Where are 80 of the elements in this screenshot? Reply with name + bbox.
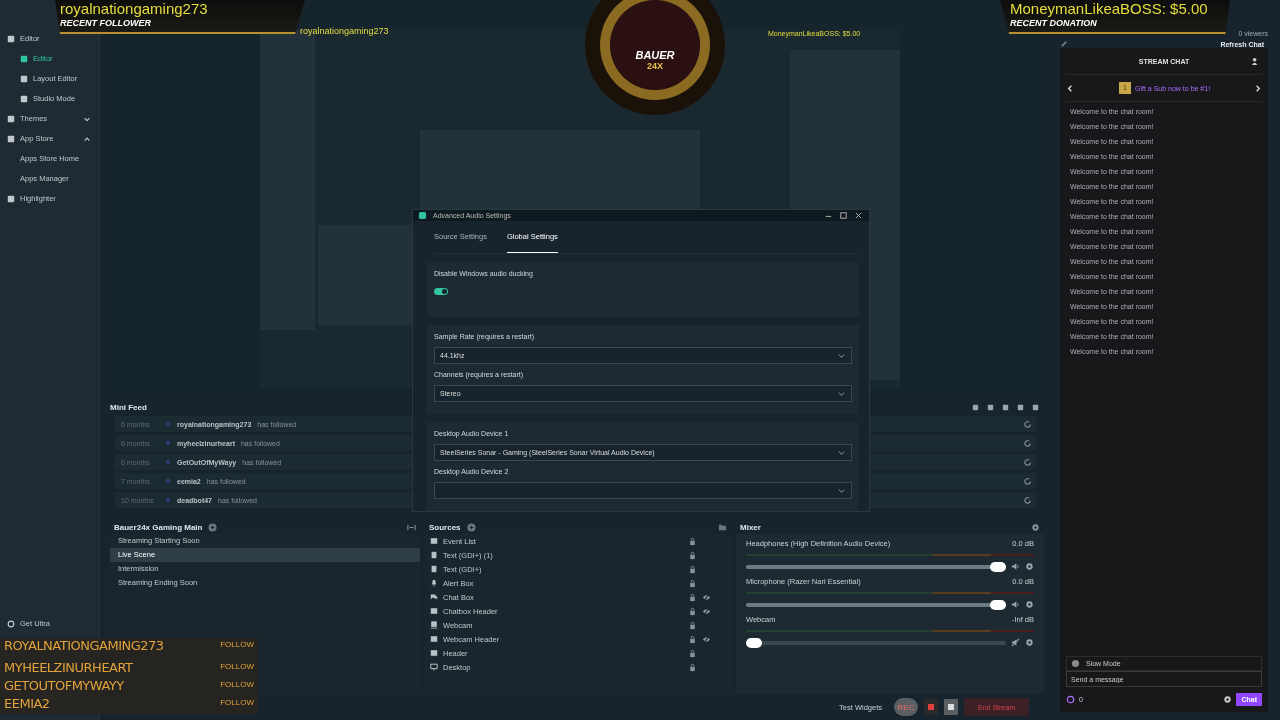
nav-icon — [7, 194, 15, 203]
settings-icon[interactable] — [1025, 638, 1034, 647]
panel-title: Sources — [429, 522, 461, 532]
lock-icon[interactable] — [688, 634, 697, 644]
speaker-icon[interactable] — [1011, 562, 1020, 571]
collapse-icon[interactable] — [407, 522, 416, 532]
volume-slider[interactable] — [746, 640, 1006, 645]
chevron-right-icon[interactable] — [1253, 83, 1262, 93]
donation-text: MoneymanLikeaBOSS: $5.00 — [1010, 0, 1209, 18]
nav-icon — [7, 134, 15, 143]
follower-name: royalnationgaming273 — [300, 26, 389, 36]
follower-name: GETOUTOFMYWAYY — [4, 678, 124, 693]
lock-icon[interactable] — [688, 592, 697, 602]
chevron-down-icon — [837, 389, 846, 398]
stop-button[interactable] — [924, 699, 938, 715]
lock-icon[interactable] — [688, 564, 697, 574]
chevron-down-icon — [837, 351, 846, 360]
avatar-icon — [165, 440, 171, 446]
lock-icon[interactable] — [688, 620, 697, 630]
nav-icon — [20, 54, 28, 63]
settings-icon[interactable] — [1025, 600, 1034, 609]
list-icon — [430, 537, 438, 545]
lock-icon[interactable] — [688, 606, 697, 616]
nav-icon — [20, 74, 28, 83]
lock-icon[interactable] — [688, 648, 697, 658]
points-icon — [1066, 695, 1075, 704]
follower-name: royalnationgaming273 — [60, 0, 209, 18]
donation-caption: RECENT DONATION — [1010, 18, 1098, 28]
follow-label: FOLLOW — [220, 679, 254, 689]
lock-icon[interactable] — [688, 578, 697, 588]
logo-subtext: 24X — [647, 61, 663, 71]
avatar-icon — [165, 478, 171, 484]
speaker-icon[interactable] — [1011, 600, 1020, 609]
pencil-icon[interactable] — [1060, 39, 1069, 48]
panel-title: Mini Feed — [110, 402, 147, 412]
settings-icon[interactable] — [1223, 695, 1233, 704]
follow-label: FOLLOW — [220, 639, 254, 649]
save-replay-button[interactable] — [944, 699, 958, 715]
volume-slider[interactable] — [746, 564, 1006, 569]
eye-slash-icon[interactable] — [702, 634, 711, 644]
lock-icon[interactable] — [688, 536, 697, 546]
follower-caption: RECENT FOLLOWER — [60, 18, 152, 28]
nav-icon — [7, 114, 15, 123]
follower-name: MYHEELZINURHEART — [4, 660, 133, 675]
chevron-left-icon[interactable] — [1066, 83, 1075, 93]
follower-name: ROYALNATIONGAMING273 — [4, 638, 164, 653]
eye-slash-icon[interactable] — [702, 606, 711, 616]
avatar-icon — [165, 421, 171, 427]
chevron-down-icon — [837, 448, 846, 457]
follow-label: FOLLOW — [220, 661, 254, 671]
settings-icon[interactable] — [1031, 522, 1040, 532]
app-icon — [418, 211, 427, 220]
follow-label: FOLLOW — [220, 697, 254, 707]
info-icon — [1071, 659, 1080, 668]
close-icon[interactable] — [854, 211, 863, 220]
avatar-icon — [165, 459, 171, 465]
add-icon[interactable] — [208, 522, 218, 532]
nav-icon — [20, 94, 28, 103]
logo-text: BAUER — [635, 49, 675, 61]
avatar-icon — [165, 497, 171, 503]
eye-slash-icon[interactable] — [702, 592, 711, 602]
nav-icon — [7, 34, 15, 43]
volume-slider[interactable] — [746, 602, 1006, 607]
muted-speaker-icon[interactable] — [1011, 638, 1020, 647]
image-icon — [430, 607, 438, 615]
panel-title: Bauer24x Gaming Main — [114, 522, 203, 532]
folder-icon[interactable] — [718, 522, 727, 532]
lock-icon[interactable] — [688, 662, 697, 672]
chat-bubble-icon — [430, 593, 438, 601]
lock-icon[interactable] — [688, 550, 697, 560]
toggle-switch[interactable] — [434, 288, 448, 295]
panel-title: Mixer — [740, 522, 761, 532]
add-icon[interactable] — [466, 522, 476, 532]
chevron-down-icon — [837, 486, 846, 495]
monitor-icon — [430, 663, 438, 671]
users-icon[interactable] — [1251, 56, 1260, 66]
maximize-icon[interactable] — [839, 211, 848, 220]
follower-name: EEMIA2 — [4, 696, 50, 711]
settings-icon[interactable] — [1025, 562, 1034, 571]
bell-icon — [430, 579, 438, 587]
